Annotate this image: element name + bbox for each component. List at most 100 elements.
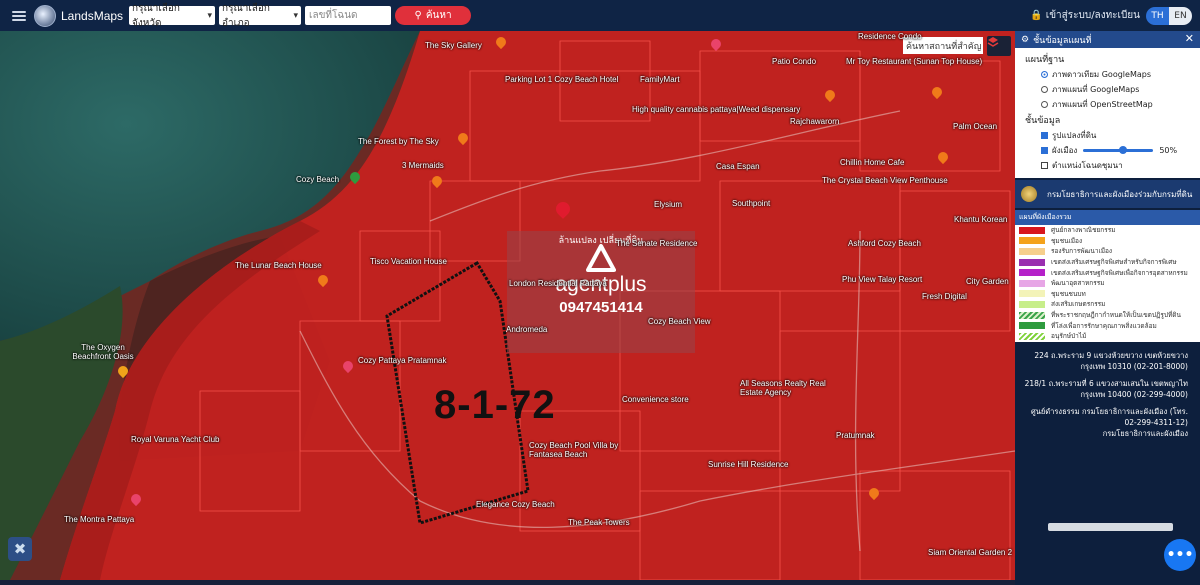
address-line: กรมโยธาธิการและผังเมือง: [1102, 428, 1188, 438]
login-label: เข้าสู่ระบบ/ลงทะเบียน: [1045, 10, 1140, 21]
layer-option-label: ตำแหน่งโฉนดชุมนา: [1052, 161, 1123, 170]
place-label: Mr Toy Restaurant (Sunan Top House): [846, 57, 983, 66]
legend-swatch: [1019, 279, 1045, 287]
watermark-phone: 0947451414: [559, 299, 643, 316]
department-name: กรมโยธาธิการและผังเมืองร่วมกับกรมที่ดิน: [1047, 189, 1193, 199]
radio[interactable]: [1041, 86, 1048, 93]
basemap-option-label: ภาพแผนที่ GoogleMaps: [1052, 85, 1140, 94]
legend-swatch: [1019, 332, 1045, 340]
watermark: ล้านแปลง เปลี่ยนที่ดิน agentplus 0947451…: [507, 231, 695, 353]
place-label: Convenience store: [622, 395, 689, 404]
radio-selected[interactable]: [1041, 71, 1048, 78]
legend-row: ส่งเสริมเกษตรกรรม: [1015, 299, 1200, 310]
legend-label: รองรับการพัฒนาเมือง: [1051, 247, 1113, 256]
checkbox[interactable]: [1041, 162, 1048, 169]
legend-row: พัฒนาอุตสาหกรรม: [1015, 278, 1200, 289]
place-label: Elegance Cozy Beach: [476, 500, 555, 509]
place-label: Cozy Beach Pool Villa by Fantasea Beach: [529, 441, 619, 459]
legend-label: ที่พระราชกฤษฎีกากำหนดให้เป็นเขตปฏิรูปที่…: [1051, 311, 1181, 320]
place-label: The Montra Pattaya: [64, 515, 135, 524]
legend: แผนที่ผังเมืองรวม ศูนย์กลางพาณิชยกรรม ชุม…: [1015, 210, 1200, 342]
place-label: The Crystal Beach View Penthouse: [822, 176, 948, 185]
legend-label: ศูนย์กลางพาณิชยกรรม: [1051, 226, 1116, 235]
legend-swatch: [1019, 322, 1045, 330]
layer-option[interactable]: ตำแหน่งโฉนดชุมนา: [1041, 159, 1194, 172]
place-label: Khantu Korean: [954, 215, 1008, 224]
lang-en-button[interactable]: EN: [1169, 6, 1192, 25]
close-icon[interactable]: ✕: [1185, 32, 1194, 45]
basemap-heading: แผนที่ฐาน: [1025, 55, 1065, 65]
login-link[interactable]: 🔒 เข้าสู่ระบบ/ลงทะเบียน: [1030, 8, 1140, 23]
place-label: 3 Mermaids: [402, 161, 444, 170]
plot-area-label: 8-1-72: [434, 383, 556, 427]
legend-row: ที่โล่งเพื่อการรักษาคุณภาพสิ่งแวดล้อม: [1015, 320, 1200, 331]
legend-row: อนุรักษ์ป่าไม้: [1015, 331, 1200, 342]
legend-row: ชุมชนชนบท: [1015, 289, 1200, 300]
address-line: 218/1 ถ.พระรามที่ 6 แขวงสามเสนใน เขตพญาไ…: [1024, 378, 1188, 399]
place-label: Royal Varuna Yacht Club: [131, 435, 220, 444]
chat-icon: •••: [1166, 547, 1194, 563]
checkbox-checked[interactable]: [1041, 147, 1048, 154]
layers-heading: ชั้นข้อมูล: [1025, 116, 1061, 126]
place-label: Parking Lot 1 Cozy Beach Hotel: [505, 75, 619, 84]
department-emblem-icon: [1021, 186, 1037, 202]
district-select-label: กรุณาเลือกอำเภอ: [222, 2, 270, 29]
address-line: 224 ถ.พระราม 9 แขวงห้วยขวาง เขตห้วยขวาง …: [1034, 350, 1188, 371]
place-label: Cozy Pattaya Pratamnak: [358, 356, 447, 365]
chevron-down-icon: ▾: [293, 10, 299, 21]
place-label: The Peak Towers: [568, 518, 630, 527]
province-select[interactable]: กรุณาเลือกจังหวัด ▾: [129, 3, 216, 29]
search-button[interactable]: ⚲ ค้นหา: [395, 6, 472, 25]
legend-row: ที่พระราชกฤษฎีกากำหนดให้เป็นเขตปฏิรูปที่…: [1015, 310, 1200, 321]
layer-option[interactable]: รูปแปลงที่ดิน: [1041, 129, 1194, 142]
basemap-option[interactable]: ภาพแผนที่ OpenStreetMap: [1041, 98, 1194, 111]
place-label: The Senate Residence: [616, 239, 698, 248]
basemap-option[interactable]: ภาพดาวเทียม GoogleMaps: [1041, 68, 1194, 81]
place-label: Cozy Beach: [296, 175, 340, 184]
place-label: Fresh Digital: [922, 292, 967, 301]
opacity-value: 50%: [1159, 146, 1178, 155]
legend-label: ส่งเสริมเกษตรกรรม: [1051, 300, 1106, 309]
search-button-label: ค้นหา: [425, 10, 452, 21]
opacity-slider[interactable]: [1083, 146, 1154, 154]
panel-body: แผนที่ฐาน ภาพดาวเทียม GoogleMaps ภาพแผนท…: [1015, 48, 1200, 178]
brand-name: LandsMaps: [61, 8, 124, 23]
legend-label: พัฒนาอุตสาหกรรม: [1051, 279, 1105, 288]
legend-swatch: [1019, 237, 1045, 245]
deed-number-input[interactable]: เลขที่โฉนด: [305, 6, 392, 25]
menu-icon[interactable]: [12, 10, 26, 21]
place-label: City Garden: [966, 277, 1009, 286]
legend-label: เขตส่งเสริมเศรษฐกิจพิเศษเพื่อกิจการอุตสา…: [1051, 268, 1188, 277]
layers-icon: [987, 37, 999, 47]
place-label: The Sky Gallery: [425, 41, 482, 50]
layer-option[interactable]: ผังเมือง 50%: [1041, 144, 1194, 157]
district-select[interactable]: กรุณาเลือกอำเภอ ▾: [219, 3, 302, 29]
place-label: Residence Condo: [858, 32, 922, 41]
lang-th-button[interactable]: TH: [1146, 6, 1169, 25]
place-label: The Forest by The Sky: [358, 137, 439, 146]
basemap-option-label: ภาพดาวเทียม GoogleMaps: [1052, 70, 1151, 79]
legend-swatch: [1019, 290, 1045, 298]
checkbox-checked[interactable]: [1041, 132, 1048, 139]
panel-scrollbar[interactable]: [1048, 523, 1173, 531]
place-label: Patio Condo: [772, 57, 817, 66]
legend-label: ชุมชนเมือง: [1051, 236, 1083, 245]
radio[interactable]: [1041, 101, 1048, 108]
legend-row: รองรับการพัฒนาเมือง: [1015, 246, 1200, 257]
legend-row: เขตส่งเสริมเศรษฐกิจพิเศษเพื่อกิจการอุตสา…: [1015, 267, 1200, 278]
basemap-option-label: ภาพแผนที่ OpenStreetMap: [1052, 100, 1153, 109]
layers-button[interactable]: [987, 36, 1011, 56]
basemap-option[interactable]: ภาพแผนที่ GoogleMaps: [1041, 83, 1194, 96]
legend-heading: แผนที่ผังเมืองรวม: [1015, 210, 1200, 225]
department-banner: กรมโยธาธิการและผังเมืองร่วมกับกรมที่ดิน: [1015, 180, 1200, 208]
layer-option-label: รูปแปลงที่ดิน: [1052, 131, 1097, 140]
top-bar: LandsMaps กรุณาเลือกจังหวัด ▾ กรุณาเลือกอ…: [0, 0, 1200, 31]
place-label: Phu View Talay Resort: [842, 275, 923, 284]
legend-row: เขตส่งเสริมเศรษฐกิจพิเศษสำหรับกิจการพิเศ…: [1015, 257, 1200, 268]
place-label: Palm Ocean: [953, 122, 998, 131]
place-label: Ashford Cozy Beach: [848, 239, 921, 248]
map-canvas[interactable]: ค้นหาสถานที่สำคัญ ล้านแปลง เปลี่ยนที่ดิน…: [0, 31, 1015, 580]
tool-button[interactable]: ✖: [8, 537, 32, 561]
chevron-down-icon: ▾: [207, 10, 213, 21]
chat-button[interactable]: •••: [1164, 539, 1196, 571]
